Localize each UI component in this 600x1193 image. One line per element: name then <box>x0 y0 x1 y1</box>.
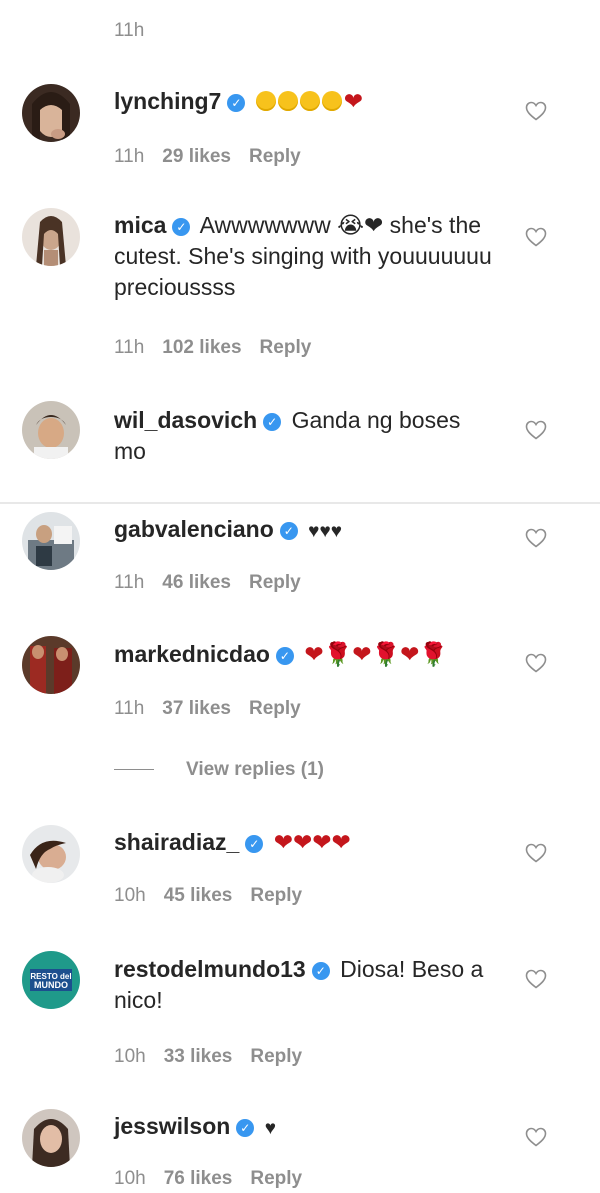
comment-time: 11h <box>114 337 145 358</box>
verified-badge-icon: ✓ <box>311 962 330 980</box>
comment-text: Awwwwwww 😭❤ she's the cutest. She's sing… <box>114 212 492 300</box>
likes-count[interactable]: 76 likes <box>164 1168 233 1189</box>
reply-button[interactable]: Reply <box>250 1046 302 1067</box>
divider-line <box>114 769 154 771</box>
like-heart-icon[interactable] <box>524 841 548 865</box>
verified-badge-icon: ✓ <box>275 647 294 665</box>
black-heart-emoji-icon: ♥ <box>264 1118 276 1139</box>
comment-time: 10h <box>114 1046 146 1067</box>
smile-emoji-icon <box>299 91 320 111</box>
comment-meta: 11h 29 likes Reply <box>114 146 319 168</box>
likes-count[interactable]: 37 likes <box>162 698 231 719</box>
comment-time: 10h <box>114 885 146 906</box>
avatar[interactable] <box>22 1109 80 1167</box>
likes-count[interactable]: 102 likes <box>162 337 241 358</box>
avatar[interactable]: RESTO del MUNDO <box>22 951 80 1009</box>
heart-emoji-icon: ❤ <box>343 88 364 114</box>
username-link[interactable]: gabvalenciano <box>114 516 274 542</box>
reply-button[interactable]: Reply <box>250 1168 302 1189</box>
comment-meta: 10h 45 likes Reply <box>114 885 320 907</box>
like-heart-icon[interactable] <box>524 651 548 675</box>
comment-body: jesswilson ✓ ♥ <box>114 1111 494 1144</box>
username-link[interactable]: restodelmundo13 <box>114 956 306 982</box>
avatar[interactable] <box>22 84 80 142</box>
comment-meta: 10h 33 likes Reply <box>114 1046 320 1068</box>
view-replies-label[interactable]: View replies (1) <box>186 759 324 780</box>
like-heart-icon[interactable] <box>524 967 548 991</box>
comment-time: 11h <box>114 698 145 719</box>
reply-button[interactable]: Reply <box>249 698 301 719</box>
like-heart-icon[interactable] <box>524 1125 548 1149</box>
comment-time: 10h <box>114 1168 146 1189</box>
comment-body: mica ✓ Awwwwwww 😭❤ she's the cutest. She'… <box>114 210 494 303</box>
likes-count[interactable]: 29 likes <box>162 146 231 167</box>
comment-time: 11h <box>114 146 145 167</box>
like-heart-icon[interactable] <box>524 225 548 249</box>
comment-meta: 11h 102 likes Reply <box>114 337 329 359</box>
verified-badge-icon: ✓ <box>172 218 191 236</box>
avatar[interactable] <box>22 208 80 266</box>
avatar[interactable] <box>22 636 80 694</box>
heart-rose-emoji-icon: ❤🌹❤🌹❤🌹 <box>304 641 449 667</box>
comment-body: lynching7 ✓ ❤ <box>114 86 494 117</box>
comment-timestamp: 11h <box>114 20 145 41</box>
likes-count[interactable]: 45 likes <box>164 885 233 906</box>
reply-button[interactable]: Reply <box>249 572 301 593</box>
comment-body: restodelmundo13 ✓ Diosa! Beso a nico! <box>114 954 494 1016</box>
comment-meta: 11h 37 likes Reply <box>114 698 319 720</box>
verified-badge-icon: ✓ <box>245 835 264 853</box>
verified-badge-icon: ✓ <box>263 413 282 431</box>
username-link[interactable]: wil_dasovich <box>114 407 257 433</box>
screenshot-divider <box>0 502 600 504</box>
verified-badge-icon: ✓ <box>236 1119 255 1137</box>
verified-badge-icon: ✓ <box>279 522 298 540</box>
smile-emoji-icon <box>277 91 298 111</box>
comment-body: markednicdao ✓ ❤🌹❤🌹❤🌹 <box>114 639 494 670</box>
likes-count[interactable]: 33 likes <box>164 1046 233 1067</box>
username-link[interactable]: markednicdao <box>114 641 270 667</box>
like-heart-icon[interactable] <box>524 99 548 123</box>
username-link[interactable]: mica <box>114 212 166 238</box>
username-link[interactable]: jesswilson <box>114 1113 230 1139</box>
heart-emoji-icon: ❤❤❤❤ <box>273 829 351 855</box>
avatar[interactable] <box>22 512 80 570</box>
black-heart-emoji-icon: ♥♥♥ <box>308 521 343 542</box>
smile-emoji-icon <box>255 91 276 111</box>
resto-logo-text-bottom: MUNDO <box>34 980 68 990</box>
smile-emoji-icon <box>321 91 342 111</box>
like-heart-icon[interactable] <box>524 418 548 442</box>
comment-meta: 10h 76 likes Reply <box>114 1168 320 1190</box>
avatar[interactable] <box>22 401 80 459</box>
reply-button[interactable]: Reply <box>249 146 301 167</box>
username-link[interactable]: lynching7 <box>114 88 221 114</box>
comment-body: wil_dasovich ✓ Ganda ng boses mo <box>114 405 494 467</box>
comment-meta: 11h 46 likes Reply <box>114 572 319 594</box>
comment-time: 11h <box>114 572 145 593</box>
avatar[interactable] <box>22 825 80 883</box>
view-replies-button[interactable]: View replies (1) <box>114 759 324 781</box>
likes-count[interactable]: 46 likes <box>162 572 231 593</box>
like-heart-icon[interactable] <box>524 526 548 550</box>
comment-body: gabvalenciano ✓ ♥♥♥ <box>114 514 494 547</box>
comment-body: shairadiaz_ ✓ ❤❤❤❤ <box>114 827 494 858</box>
comment-emoji: ❤ <box>255 88 364 114</box>
reply-button[interactable]: Reply <box>260 337 312 358</box>
verified-badge-icon: ✓ <box>227 94 246 112</box>
username-link[interactable]: shairadiaz_ <box>114 829 239 855</box>
reply-button[interactable]: Reply <box>250 885 302 906</box>
